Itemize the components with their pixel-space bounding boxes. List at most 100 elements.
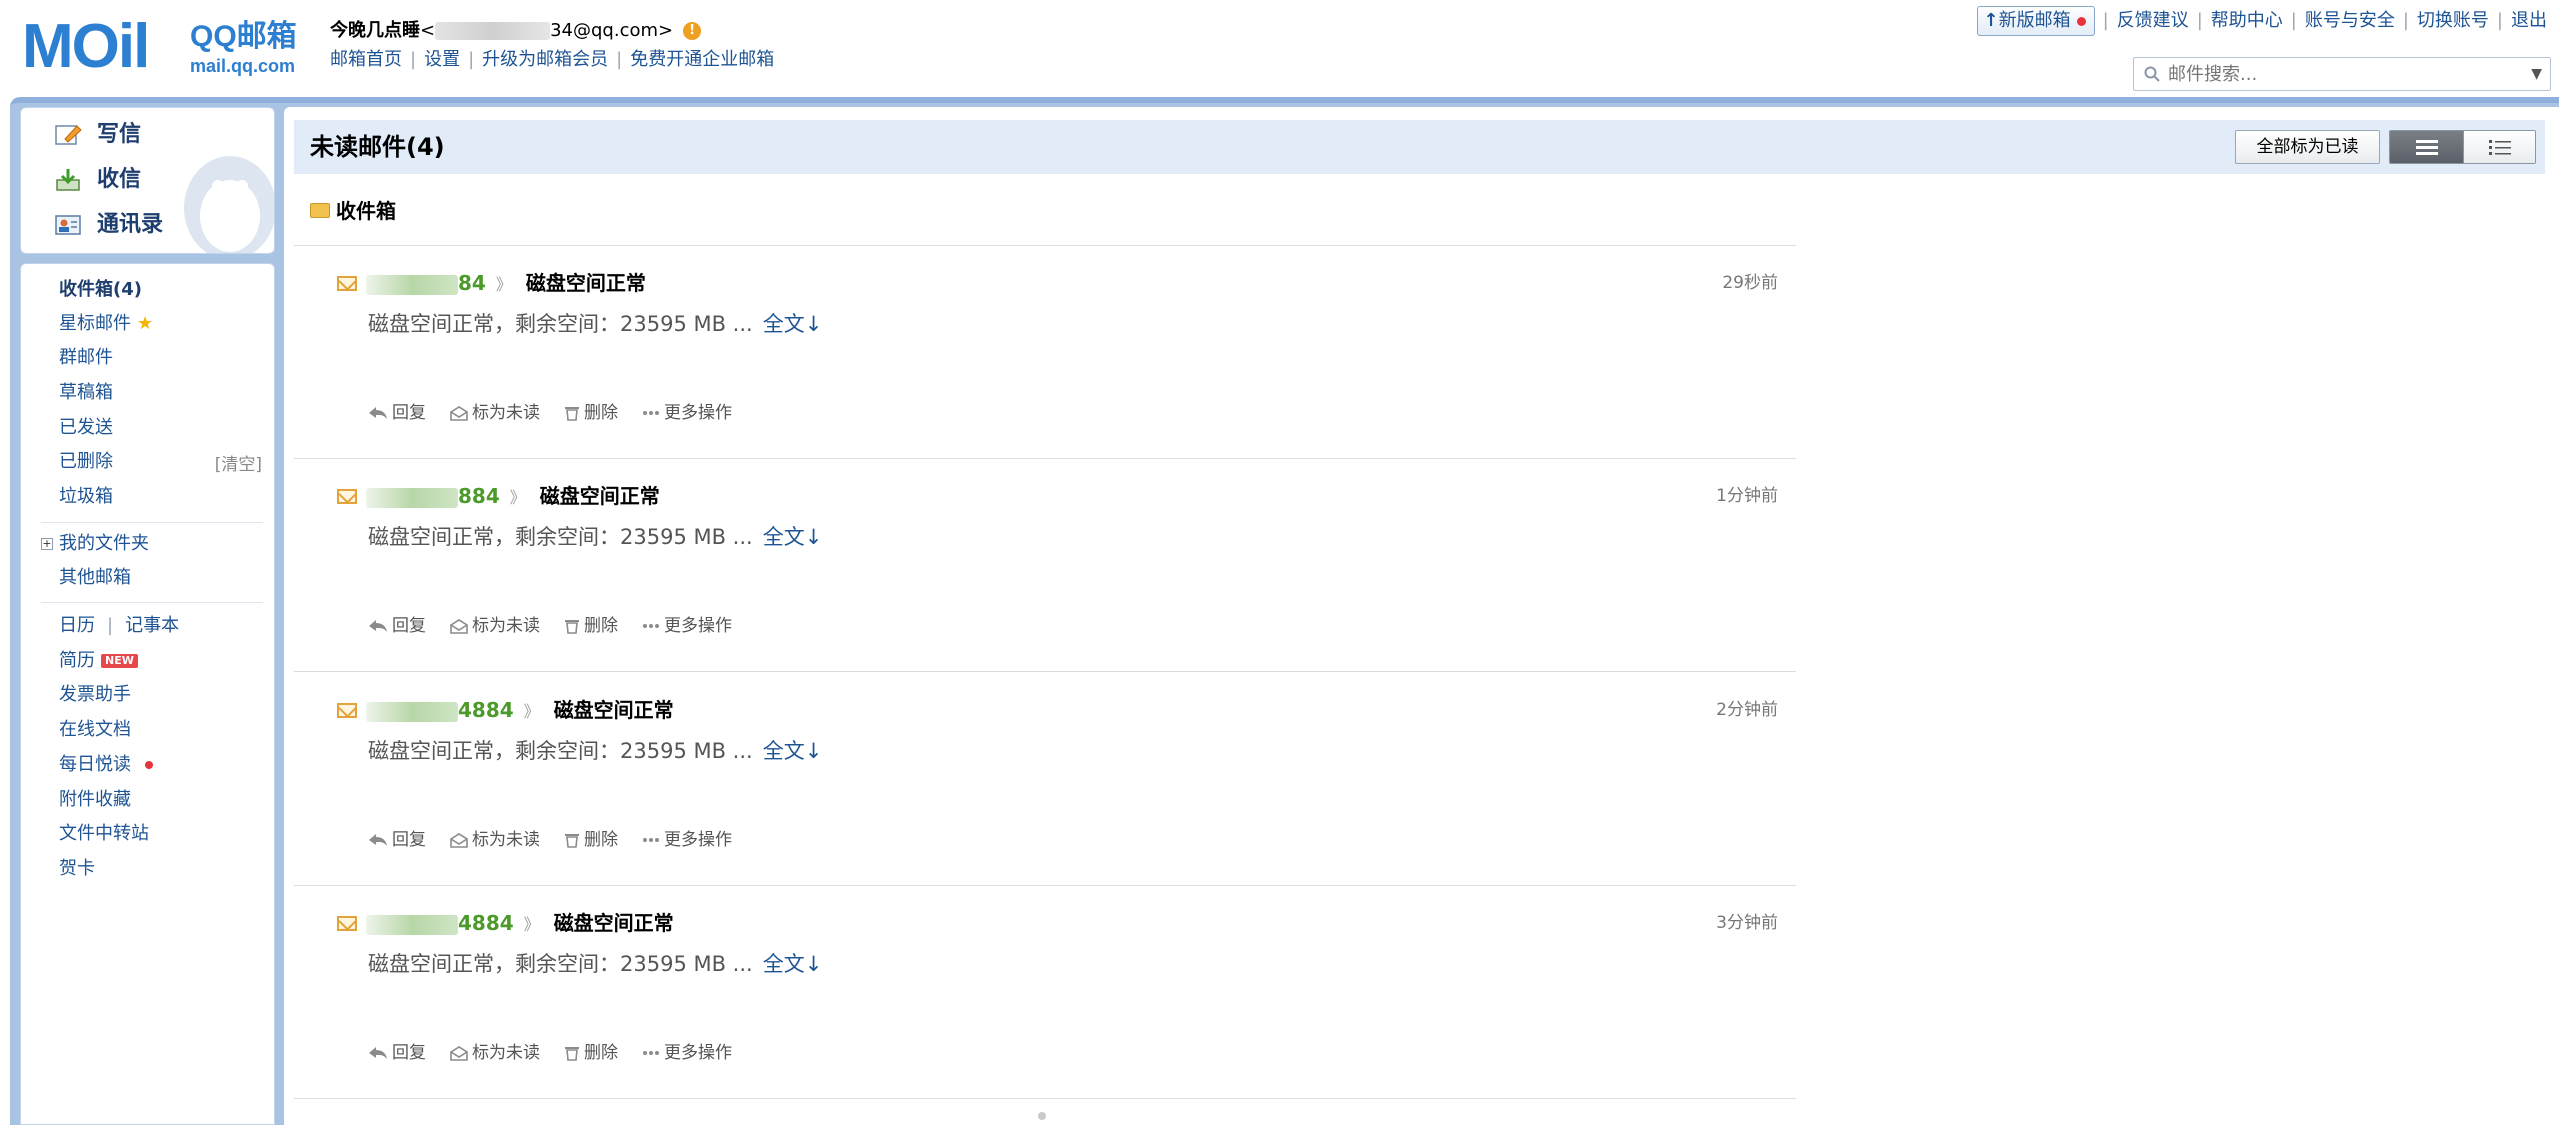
qq-mail-logo[interactable]: MOil QQ邮箱 mail.qq.com: [22, 14, 312, 80]
mail-search[interactable]: ▼: [2133, 57, 2551, 91]
scroll-indicator: [1038, 1112, 1046, 1120]
mark-unread-button[interactable]: 标为未读: [450, 402, 540, 424]
nav-home[interactable]: 邮箱首页: [330, 49, 402, 70]
reply-button[interactable]: 回复: [368, 615, 426, 637]
delete-button[interactable]: 删除: [564, 615, 618, 637]
mail-item[interactable]: 4884 》磁盘空间正常 2分钟前磁盘空间正常，剩余空间：23595 MB ... 全…: [294, 677, 1796, 889]
delete-button[interactable]: 删除: [564, 402, 618, 424]
folder-drafts[interactable]: 草稿箱: [59, 381, 113, 405]
mail-item[interactable]: 4884 》磁盘空间正常 3分钟前 磁盘空间正常，剩余空间：23595 MB ... 全…: [294, 890, 1796, 1102]
link-separator: |: [2402, 10, 2409, 31]
mail-header[interactable]: 4884 》磁盘空间正常: [366, 910, 674, 936]
feedback-link[interactable]: 反馈建议: [2117, 10, 2189, 31]
folder-group[interactable]: 群邮件: [59, 346, 113, 370]
folder-heading: 收件箱: [310, 198, 396, 224]
delete-label: 删除: [584, 403, 618, 423]
mail-subject: 磁盘空间正常: [553, 911, 674, 935]
mark-unread-button[interactable]: 标为未读: [450, 829, 540, 851]
open-envelope-icon: [450, 406, 468, 421]
mail-actions: 回复 标为未读 删除 更多操作: [368, 1042, 756, 1064]
mail-header[interactable]: 4884 》磁盘空间正常: [366, 697, 674, 723]
delete-button[interactable]: 删除: [564, 829, 618, 851]
folder-other-mailboxes[interactable]: 其他邮箱: [59, 566, 131, 590]
sender-redacted: [366, 487, 458, 508]
divider: [294, 245, 1796, 246]
delete-button[interactable]: 删除: [564, 1042, 618, 1064]
full-text-link[interactable]: 全文↓: [763, 739, 823, 763]
trash-icon: [565, 407, 579, 421]
page-title: 未读邮件(4): [310, 133, 445, 161]
more-actions-button[interactable]: 更多操作: [642, 615, 732, 637]
folder-inbox[interactable]: 收件箱(4): [59, 278, 142, 302]
mail-header[interactable]: 884 》磁盘空间正常: [366, 483, 660, 509]
mail-preview: 磁盘空间正常，剩余空间：23595 MB ... 全文↓: [368, 310, 822, 338]
chevron-down-icon[interactable]: ▼: [2531, 66, 2542, 82]
summary-view-icon: [2416, 140, 2438, 155]
full-text-link[interactable]: 全文↓: [763, 312, 823, 336]
notes-link[interactable]: 记事本: [125, 615, 179, 636]
mail-header[interactable]: 84 》磁盘空间正常: [366, 270, 646, 296]
folder-deleted[interactable]: 已删除: [59, 450, 113, 474]
reply-icon: [369, 1047, 387, 1059]
folder-spam[interactable]: 垃圾箱: [59, 485, 113, 509]
file-transfer-link[interactable]: 文件中转站: [59, 822, 149, 846]
envelope-icon: [337, 916, 357, 931]
switch-account-link[interactable]: 切换账号: [2417, 10, 2489, 31]
folder-list: 收件箱(4) 星标邮件 ★ 群邮件 草稿箱 已发送 已删除 [清空] 垃圾箱 + …: [20, 263, 275, 1125]
list-view-button[interactable]: [2463, 131, 2535, 163]
mark-unread-button[interactable]: 标为未读: [450, 615, 540, 637]
reply-button[interactable]: 回复: [368, 829, 426, 851]
compose-icon: [55, 125, 82, 145]
daily-reading-link[interactable]: 每日悦读: [59, 753, 153, 777]
more-actions-button[interactable]: 更多操作: [642, 402, 732, 424]
full-text-link[interactable]: 全文↓: [763, 525, 823, 549]
greeting-cards-link[interactable]: 贺卡: [59, 857, 95, 881]
delete-label: 删除: [584, 616, 618, 636]
link-separator: |: [2290, 10, 2297, 31]
reply-label: 回复: [392, 616, 426, 636]
mail-time: 2分钟前: [1716, 700, 1778, 720]
nav-settings[interactable]: 设置: [424, 49, 460, 70]
invoice-link[interactable]: 发票助手: [59, 683, 131, 707]
mail-item[interactable]: 884 》磁盘空间正常 1分钟前 磁盘空间正常，剩余空间：23595 MB ... 全文…: [294, 463, 1796, 675]
mark-unread-label: 标为未读: [472, 616, 540, 636]
resume-label: 简历: [59, 650, 95, 671]
title-bar: 未读邮件(4): [294, 120, 2545, 174]
help-link[interactable]: 帮助中心: [2211, 10, 2283, 31]
folder-sent[interactable]: 已发送: [59, 416, 113, 440]
reply-button[interactable]: 回复: [368, 402, 426, 424]
new-version-button[interactable]: ↑新版邮箱: [1976, 6, 2095, 36]
calendar-link[interactable]: 日历: [59, 615, 95, 636]
logout-link[interactable]: 退出: [2511, 10, 2547, 31]
mark-all-read-button[interactable]: 全部标为已读: [2235, 130, 2380, 164]
mark-unread-button[interactable]: 标为未读: [450, 1042, 540, 1064]
folder-my-folders[interactable]: 我的文件夹: [59, 532, 149, 556]
mail-subject: 磁盘空间正常: [553, 698, 674, 722]
attachments-link[interactable]: 附件收藏: [59, 788, 131, 812]
reply-button[interactable]: 回复: [368, 1042, 426, 1064]
mail-item[interactable]: 84 》磁盘空间正常 29秒前 磁盘空间正常，剩余空间：23595 MB ... 全文↓…: [294, 250, 1796, 462]
search-input[interactable]: [2168, 62, 2508, 86]
docs-link[interactable]: 在线文档: [59, 718, 131, 742]
more-icon: [643, 1051, 659, 1055]
nav-upgrade[interactable]: 升级为邮箱会员: [482, 49, 608, 70]
sender-redacted: [366, 274, 458, 295]
reply-icon: [369, 834, 387, 846]
expand-icon[interactable]: +: [41, 538, 53, 550]
delete-label: 删除: [584, 830, 618, 850]
mark-unread-label: 标为未读: [472, 403, 540, 423]
mail-preview: 磁盘空间正常，剩余空间：23595 MB ... 全文↓: [368, 737, 822, 765]
open-envelope-icon: [450, 619, 468, 634]
full-text-link[interactable]: 全文↓: [763, 952, 823, 976]
warning-icon[interactable]: !: [683, 22, 702, 40]
clear-deleted-link[interactable]: [清空]: [215, 450, 262, 475]
more-actions-button[interactable]: 更多操作: [642, 829, 732, 851]
nav-enterprise[interactable]: 免费开通企业邮箱: [630, 49, 774, 70]
more-actions-button[interactable]: 更多操作: [642, 1042, 732, 1064]
summary-view-button[interactable]: [2390, 131, 2463, 163]
account-security-link[interactable]: 账号与安全: [2305, 10, 2395, 31]
resume-link[interactable]: 简历 NEW: [59, 649, 138, 673]
divider: [294, 458, 1796, 459]
folder-starred[interactable]: 星标邮件 ★: [59, 312, 153, 336]
new-version-label: 新版邮箱: [1998, 10, 2071, 31]
